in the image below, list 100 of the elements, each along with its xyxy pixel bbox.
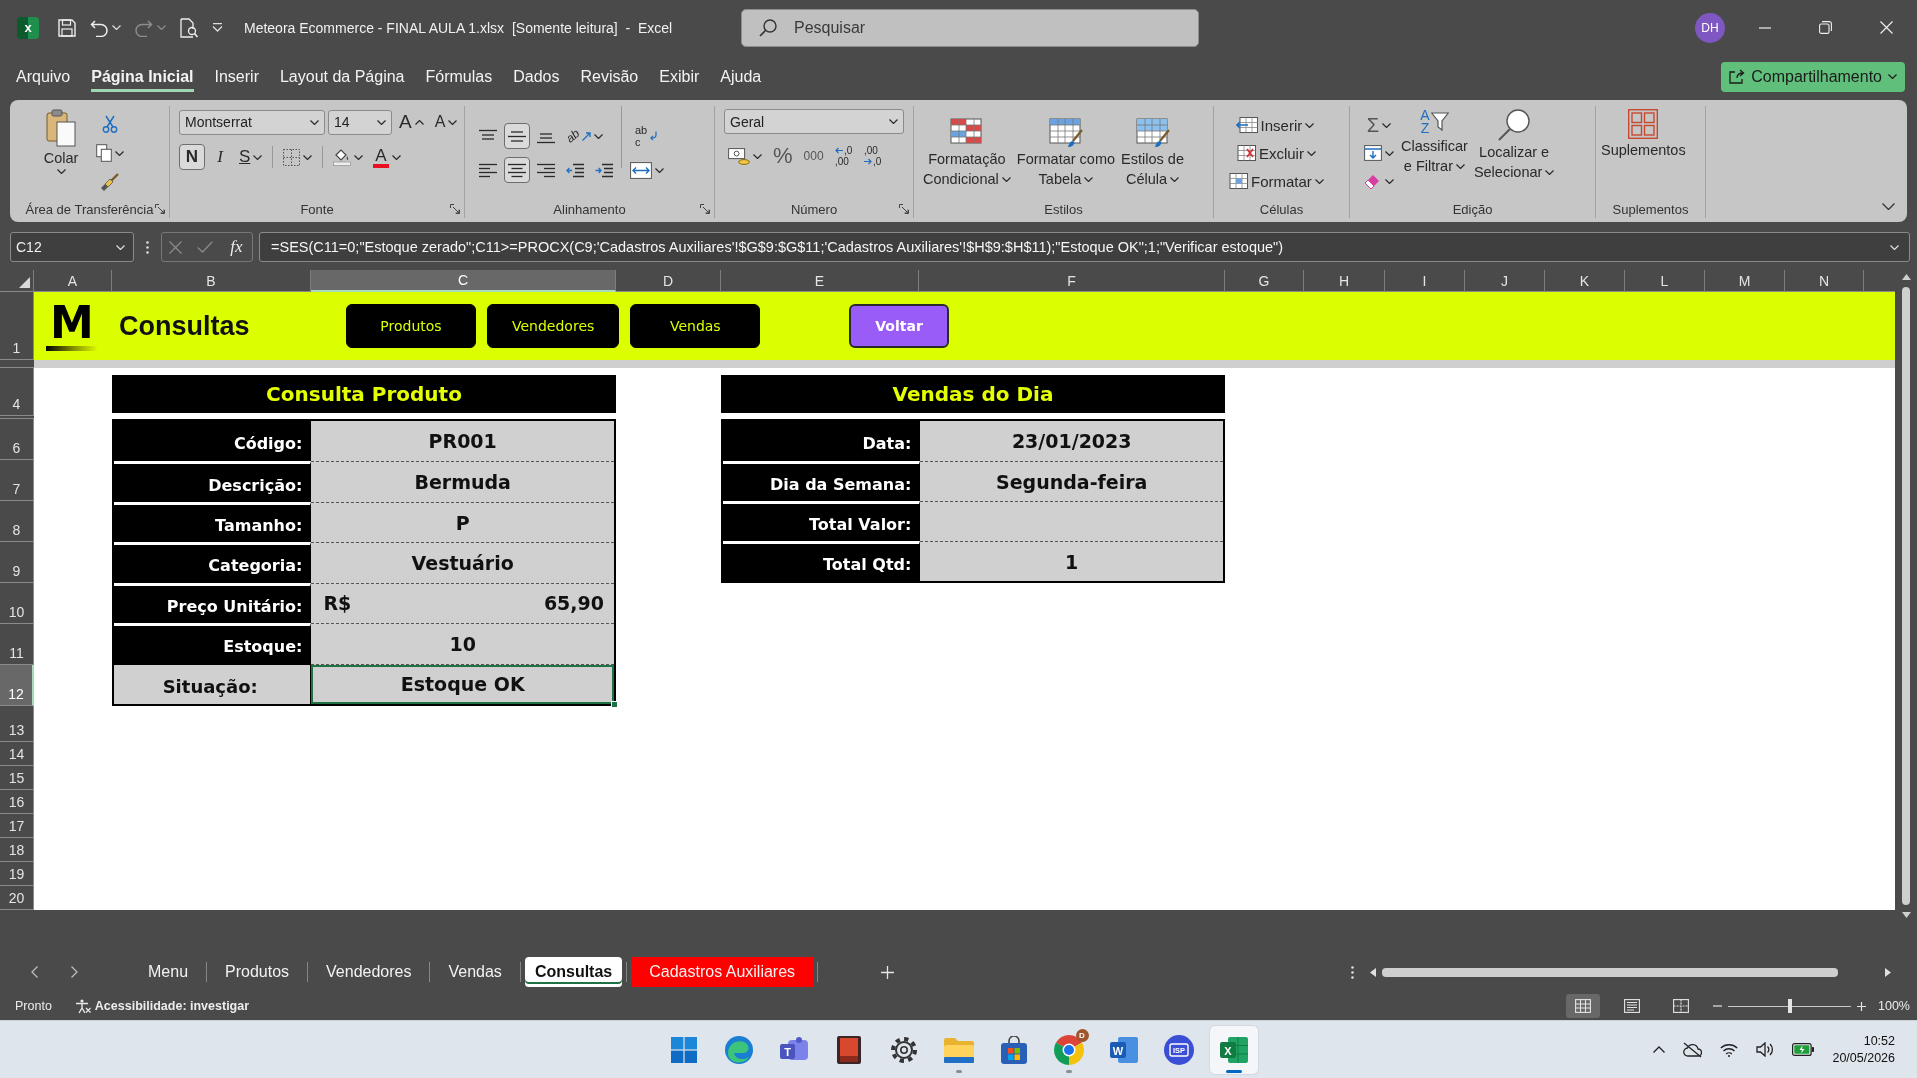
column-header[interactable]: B — [112, 270, 311, 292]
back-button[interactable]: Voltar — [849, 304, 949, 348]
ribbon-tab[interactable]: Revisão — [580, 61, 639, 92]
insert-cells-button[interactable]: Inserir — [1222, 112, 1328, 138]
search-field[interactable]: Pesquisar — [741, 8, 1199, 47]
thousands-separator-button[interactable]: 000 — [799, 143, 828, 169]
taskbar-button[interactable]: W — [1099, 1025, 1148, 1074]
row-header[interactable]: 8 — [0, 501, 34, 542]
row-header[interactable]: 13 — [0, 706, 34, 742]
dialog-launcher-icon[interactable] — [700, 204, 710, 214]
ribbon-tab[interactable]: Layout da Página — [279, 61, 405, 92]
value-cell[interactable]: PR001 — [311, 421, 614, 462]
row-header[interactable]: 4 — [0, 368, 34, 416]
value-cell[interactable]: Segunda-feira — [920, 461, 1223, 501]
percent-button[interactable]: % — [769, 143, 797, 169]
fill-handle-icon[interactable] — [611, 701, 618, 708]
value-cell[interactable]: Vestuário — [311, 542, 614, 583]
user-avatar[interactable]: DH — [1695, 12, 1725, 43]
column-header[interactable]: D — [616, 270, 721, 292]
share-button[interactable]: Compartilhamento — [1721, 61, 1905, 92]
taskbar-button[interactable]: X — [1209, 1025, 1258, 1074]
cell-styles-button[interactable]: Estilos de Célula — [1118, 115, 1187, 191]
find-select-button[interactable]: Localizar e Selecionar — [1470, 106, 1558, 200]
chevron-up-icon[interactable] — [1653, 1046, 1666, 1053]
zoom-in-icon[interactable] — [1857, 1001, 1866, 1011]
row-header[interactable]: 20 — [0, 886, 34, 910]
row-header[interactable]: 1 — [0, 292, 34, 360]
sheet-tab[interactable]: Vendedores — [308, 957, 430, 987]
column-header[interactable]: N — [1785, 270, 1864, 292]
nav-button[interactable]: Vendas — [630, 304, 761, 348]
more-vertical-icon[interactable] — [1351, 965, 1354, 979]
underline-button[interactable]: S — [235, 144, 267, 170]
decrease-decimal-button[interactable]: ,00 ,0 — [859, 143, 886, 169]
row-header[interactable]: 17 — [0, 814, 34, 838]
column-header[interactable]: J — [1465, 270, 1545, 292]
wrap-text-button[interactable]: ab c — [626, 123, 668, 149]
scrollbar-thumb[interactable] — [1902, 287, 1910, 905]
clock[interactable]: 10:52 20/05/2026 — [1832, 1032, 1895, 1067]
more-vertical-icon[interactable] — [146, 240, 149, 254]
dialog-launcher-icon[interactable] — [899, 204, 909, 214]
bold-button[interactable]: N — [179, 144, 205, 170]
column-header[interactable]: G — [1225, 270, 1304, 292]
ribbon-tab[interactable]: Exibir — [659, 61, 700, 92]
column-header[interactable]: A — [34, 270, 112, 292]
row-header[interactable]: 10 — [0, 583, 34, 624]
row-header[interactable]: 6 — [0, 419, 34, 460]
horizontal-align-button[interactable] — [504, 157, 530, 183]
check-icon[interactable] — [197, 241, 214, 253]
scroll-right-icon[interactable] — [1885, 967, 1891, 977]
font-size-dropdown[interactable]: 14 — [328, 109, 392, 135]
value-cell[interactable]: R$ 65,90 — [311, 582, 614, 624]
value-cell[interactable]: 23/01/2023 — [920, 421, 1223, 461]
insert-function-button[interactable]: fx — [228, 235, 245, 259]
hidden-rows-header[interactable] — [0, 360, 34, 368]
sheet-tab[interactable]: Consultas — [524, 957, 623, 987]
ribbon-tab[interactable]: Dados — [513, 61, 560, 92]
sheet-tab[interactable]: Cadastros Auxiliares — [631, 957, 814, 987]
collapse-ribbon-icon[interactable] — [1882, 203, 1895, 210]
value-cell[interactable]: 1 — [920, 541, 1223, 581]
column-header[interactable]: C — [311, 270, 616, 292]
row-header[interactable]: 9 — [0, 542, 34, 583]
autosum-button[interactable]: Σ — [1360, 112, 1398, 138]
increase-decimal-button[interactable]: ,0 ,00 — [830, 143, 857, 169]
column-header[interactable]: K — [1545, 270, 1625, 292]
row-header[interactable]: 16 — [0, 790, 34, 814]
row-header[interactable]: 12 — [0, 665, 34, 706]
ribbon-tab[interactable]: Arquivo — [16, 61, 71, 92]
column-header[interactable]: I — [1385, 270, 1465, 292]
chevron-left-icon[interactable] — [31, 966, 38, 978]
add-ins-button[interactable]: Suplementos — [1598, 106, 1689, 200]
format-cells-button[interactable]: Formatar — [1222, 168, 1328, 194]
grow-font-button[interactable]: A — [395, 109, 428, 135]
paste-button[interactable]: Colar — [30, 106, 92, 200]
conditional-formatting-button[interactable]: Formatação Condicional — [920, 115, 1014, 191]
value-cell[interactable]: 10 — [311, 623, 614, 664]
scroll-down-icon[interactable] — [1901, 912, 1911, 918]
scroll-left-icon[interactable] — [1370, 967, 1376, 977]
ribbon-tab[interactable]: Página Inicial — [91, 61, 194, 92]
column-header[interactable]: H — [1304, 270, 1385, 292]
font-color-button[interactable]: A — [369, 144, 405, 170]
ribbon-tab[interactable]: Fórmulas — [425, 61, 493, 92]
dialog-launcher-icon[interactable] — [450, 204, 460, 214]
number-format-dropdown[interactable]: Geral — [724, 109, 904, 134]
cancel-icon[interactable] — [169, 240, 183, 254]
row-header[interactable]: 15 — [0, 766, 34, 790]
column-header[interactable]: M — [1705, 270, 1785, 292]
hidden-rows-header[interactable] — [0, 416, 34, 419]
font-name-dropdown[interactable]: Montserrat — [179, 109, 325, 135]
delete-cells-button[interactable]: Excluir — [1222, 140, 1328, 166]
orientation-button[interactable]: ab — [562, 123, 608, 149]
vertical-align-button[interactable] — [504, 123, 530, 149]
scrollbar-thumb[interactable] — [1382, 967, 1838, 977]
scroll-up-icon[interactable] — [1901, 274, 1911, 280]
value-cell[interactable]: P — [311, 501, 614, 543]
sheet-tab[interactable]: Produtos — [207, 957, 308, 987]
shrink-font-button[interactable]: A — [430, 109, 462, 135]
row-header[interactable]: 18 — [0, 838, 34, 862]
sort-filter-button[interactable]: A Z Classificar e Filtrar — [1398, 106, 1471, 200]
view-button[interactable] — [1566, 994, 1600, 1018]
zoom-level[interactable]: 100% — [1878, 999, 1910, 1013]
